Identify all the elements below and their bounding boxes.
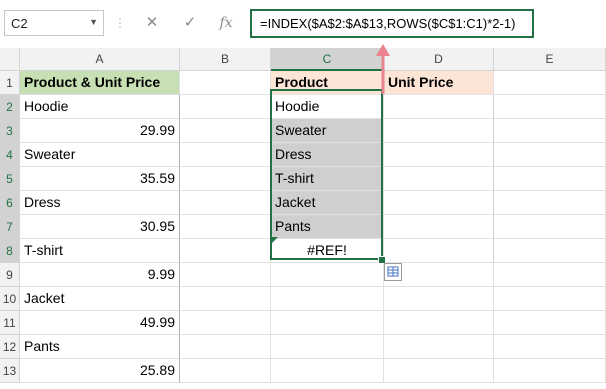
cell-c3[interactable]: Sweater <box>271 119 384 143</box>
cell-d7[interactable] <box>384 215 494 239</box>
cell-d8[interactable] <box>384 239 494 263</box>
cell-a13[interactable]: 25.89 <box>20 359 180 383</box>
cell-a6[interactable]: Dress <box>20 191 180 215</box>
cell-a2[interactable]: Hoodie <box>20 95 180 119</box>
cell-e4[interactable] <box>494 143 606 167</box>
cell-c7[interactable]: Pants <box>271 215 384 239</box>
cell-a5[interactable]: 35.59 <box>20 167 180 191</box>
cancel-icon[interactable]: ✕ <box>142 13 162 33</box>
row-header-1[interactable]: 1 <box>0 71 20 95</box>
formula-bar-area: C2 ▼ ⋮ ✕ ✓ fx =INDEX($A$2:$A$13,ROWS($C$… <box>0 0 606 48</box>
column-header-a[interactable]: A <box>20 48 180 71</box>
row-header-9[interactable]: 9 <box>0 263 20 287</box>
cell-b9[interactable] <box>180 263 271 287</box>
cell-a8[interactable]: T-shirt <box>20 239 180 263</box>
cell-c13[interactable] <box>271 359 384 383</box>
cell-a9[interactable]: 9.99 <box>20 263 180 287</box>
cell-d3[interactable] <box>384 119 494 143</box>
cell-d2[interactable] <box>384 95 494 119</box>
cell-c5[interactable]: T-shirt <box>271 167 384 191</box>
cell-c12[interactable] <box>271 335 384 359</box>
row-header-2[interactable]: 2 <box>0 95 20 119</box>
cell-b5[interactable] <box>180 167 271 191</box>
cell-a11[interactable]: 49.99 <box>20 311 180 335</box>
cell-c4[interactable]: Dress <box>271 143 384 167</box>
enter-icon[interactable]: ✓ <box>180 13 200 33</box>
cell-a1[interactable]: Product & Unit Price <box>20 71 180 95</box>
row-header-13[interactable]: 13 <box>0 359 20 383</box>
cell-e10[interactable] <box>494 287 606 311</box>
cell-c8[interactable]: #REF! <box>271 239 384 263</box>
name-box-dropdown-icon[interactable]: ▼ <box>89 17 98 27</box>
column-header-d[interactable]: D <box>384 48 494 71</box>
cell-d6[interactable] <box>384 191 494 215</box>
cell-e6[interactable] <box>494 191 606 215</box>
cell-d13[interactable] <box>384 359 494 383</box>
formula-bar-grip-icon: ⋮ <box>114 16 126 30</box>
cell-b3[interactable] <box>180 119 271 143</box>
cell-c1[interactable]: Product <box>271 71 384 95</box>
cell-c11[interactable] <box>271 311 384 335</box>
row-header-5[interactable]: 5 <box>0 167 20 191</box>
cell-d5[interactable] <box>384 167 494 191</box>
name-box[interactable]: C2 ▼ <box>4 10 104 36</box>
column-header-e[interactable]: E <box>494 48 606 71</box>
cell-a12[interactable]: Pants <box>20 335 180 359</box>
cell-d10[interactable] <box>384 287 494 311</box>
cell-d12[interactable] <box>384 335 494 359</box>
formula-input[interactable]: =INDEX($A$2:$A$13,ROWS($C$1:C1)*2-1) <box>250 9 534 38</box>
quick-analysis-icon[interactable] <box>384 263 402 281</box>
cell-e12[interactable] <box>494 335 606 359</box>
cell-e3[interactable] <box>494 119 606 143</box>
cell-e13[interactable] <box>494 359 606 383</box>
cell-b10[interactable] <box>180 287 271 311</box>
cell-e5[interactable] <box>494 167 606 191</box>
row-header-8[interactable]: 8 <box>0 239 20 263</box>
cell-c10[interactable] <box>271 287 384 311</box>
cell-d4[interactable] <box>384 143 494 167</box>
cell-e7[interactable] <box>494 215 606 239</box>
select-all-corner[interactable] <box>0 48 20 71</box>
column-header-c[interactable]: C <box>271 48 384 71</box>
row-header-4[interactable]: 4 <box>0 143 20 167</box>
cell-e1[interactable] <box>494 71 606 95</box>
cell-b7[interactable] <box>180 215 271 239</box>
cell-b1[interactable] <box>180 71 271 95</box>
cell-b2[interactable] <box>180 95 271 119</box>
cell-e8[interactable] <box>494 239 606 263</box>
name-box-value: C2 <box>11 16 28 31</box>
cell-b11[interactable] <box>180 311 271 335</box>
cell-b8[interactable] <box>180 239 271 263</box>
cell-c2[interactable]: Hoodie <box>271 95 384 119</box>
cell-b6[interactable] <box>180 191 271 215</box>
column-header-b[interactable]: B <box>180 48 271 71</box>
cell-e11[interactable] <box>494 311 606 335</box>
row-header-10[interactable]: 10 <box>0 287 20 311</box>
row-header-7[interactable]: 7 <box>0 215 20 239</box>
cell-b12[interactable] <box>180 335 271 359</box>
cell-c6[interactable]: Jacket <box>271 191 384 215</box>
error-indicator-icon <box>272 237 278 243</box>
cell-a7[interactable]: 30.95 <box>20 215 180 239</box>
cell-a3[interactable]: 29.99 <box>20 119 180 143</box>
row-header-3[interactable]: 3 <box>0 119 20 143</box>
cell-e9[interactable] <box>494 263 606 287</box>
cell-b13[interactable] <box>180 359 271 383</box>
cell-c9[interactable] <box>271 263 384 287</box>
row-header-6[interactable]: 6 <box>0 191 20 215</box>
cell-a4[interactable]: Sweater <box>20 143 180 167</box>
row-header-12[interactable]: 12 <box>0 335 20 359</box>
row-header-11[interactable]: 11 <box>0 311 20 335</box>
insert-function-button[interactable]: fx <box>216 13 236 33</box>
cell-e2[interactable] <box>494 95 606 119</box>
cell-d11[interactable] <box>384 311 494 335</box>
cell-a10[interactable]: Jacket <box>20 287 180 311</box>
cell-b4[interactable] <box>180 143 271 167</box>
cell-d1[interactable]: Unit Price <box>384 71 494 95</box>
